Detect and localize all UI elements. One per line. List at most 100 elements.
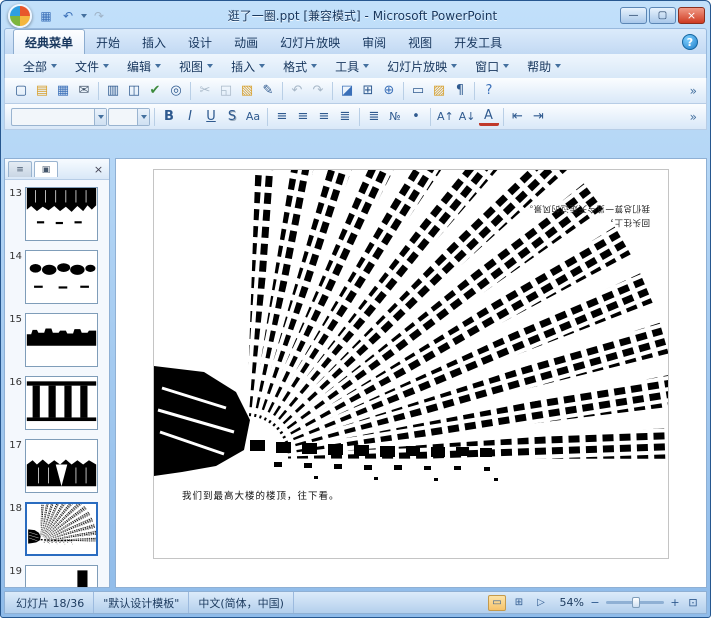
underline-icon[interactable]: U [201,107,221,127]
slide-caption-text[interactable]: 我们到最高大楼的楼顶，往下看。 [182,488,340,502]
hyperlink-icon[interactable]: ⊕ [379,81,399,101]
menu-insert[interactable]: 插入 [223,56,273,77]
bullet-list-icon[interactable]: • [406,107,426,127]
menu-format[interactable]: 格式 [275,56,325,77]
menu-edit[interactable]: 编辑 [119,56,169,77]
outline-tab[interactable]: ≡ [8,161,32,177]
office-button-icon[interactable] [8,3,32,28]
align-right-icon[interactable]: ≡ [314,107,334,127]
menu-view[interactable]: 视图 [171,56,221,77]
menu-tools[interactable]: 工具 [327,56,377,77]
help-icon[interactable]: ? [682,34,698,50]
tab-insert[interactable]: 插入 [131,30,177,54]
new-presentation-icon[interactable]: ▢ [11,81,31,101]
justify-icon[interactable]: ≣ [335,107,355,127]
slide-thumbnail-image[interactable] [25,439,98,493]
slide-thumbnail-image[interactable] [25,187,98,241]
research-icon[interactable]: ◎ [166,81,186,101]
new-slide-icon[interactable]: ▭ [408,81,428,101]
combo-dropdown[interactable] [94,108,106,125]
fit-to-window-icon[interactable]: ⊡ [686,596,700,610]
zoom-slider-thumb[interactable] [632,597,641,608]
zoom-level[interactable]: 54% [554,596,584,609]
email-icon[interactable]: ✉ [74,81,94,101]
copy-icon[interactable]: ◱ [216,81,236,101]
menu-file[interactable]: 文件 [67,56,117,77]
zoom-in-icon[interactable]: + [668,596,682,610]
decrease-font-size-icon[interactable]: A↓ [457,107,478,127]
tab-slideshow[interactable]: 幻灯片放映 [269,30,351,54]
zoom-slider[interactable] [606,597,664,608]
menu-help[interactable]: 帮助 [519,56,569,77]
increase-indent-icon[interactable]: ⇥ [529,107,549,127]
close-pane-icon[interactable]: × [91,162,106,177]
slide-thumbnail-16[interactable]: 16 [7,376,104,430]
slide-thumbnail-17[interactable]: 17 [7,439,104,493]
minimize-button[interactable]: — [620,7,647,24]
undo-dropdown-icon[interactable] [81,13,87,18]
tab-classic-menu[interactable]: 经典菜单 [13,29,86,54]
undo-arrow-icon[interactable]: ↶ [287,81,307,101]
open-folder-icon[interactable]: ▤ [32,81,52,101]
current-slide-canvas[interactable]: 回头往上， 我们总算一览今天走过的风景。 我们到最高大楼的楼顶，往下看。 [154,170,668,558]
menu-slideshow[interactable]: 幻灯片放映 [379,56,465,77]
save-icon[interactable]: ▦ [36,7,56,25]
tab-animations[interactable]: 动画 [223,30,269,54]
tab-developer[interactable]: 开发工具 [443,30,513,54]
print-icon[interactable]: ▥ [103,81,123,101]
font-name-combobox[interactable] [11,107,107,126]
numbered-list-icon[interactable]: № [385,107,405,127]
tab-design[interactable]: 设计 [177,30,223,54]
slide-thumbnail-image[interactable] [25,250,98,304]
slide-thumbnail-15[interactable]: 15 [7,313,104,367]
menu-window[interactable]: 窗口 [467,56,517,77]
maximize-button[interactable]: ▢ [649,7,676,24]
decrease-indent-icon[interactable]: ⇤ [508,107,528,127]
slide-thumbnail-14[interactable]: 14 [7,250,104,304]
insert-chart-icon[interactable]: ◪ [337,81,357,101]
redo-icon[interactable]: ↷ [89,7,109,25]
theme-name[interactable]: "默认设计模板" [94,592,190,613]
insert-table-icon[interactable]: ⊞ [358,81,378,101]
tab-review[interactable]: 审阅 [351,30,397,54]
slide-sorter-view-icon[interactable]: ⊞ [510,595,528,611]
formatting-marks-icon[interactable]: ¶ [450,81,470,101]
slideshow-view-icon[interactable]: ▷ [532,595,550,611]
italic-icon[interactable]: I [180,107,200,127]
cut-scissors-icon[interactable]: ✂ [195,81,215,101]
spelling-check-icon[interactable]: ✔ [145,81,165,101]
slide-design-icon[interactable]: ▨ [429,81,449,101]
align-left-icon[interactable]: ≡ [272,107,292,127]
slide-thumbnail-image[interactable] [25,376,98,430]
line-spacing-icon[interactable]: ≣ [364,107,384,127]
slide-thumbnail-image[interactable] [25,313,98,367]
close-button[interactable]: × [678,7,705,24]
tab-view[interactable]: 视图 [397,30,443,54]
normal-view-icon[interactable]: ▭ [488,594,506,611]
slide-thumbnail-19[interactable]: 19 [7,565,104,587]
combo-dropdown[interactable] [137,108,149,125]
slide-editor-area[interactable]: 回头往上， 我们总算一览今天走过的风景。 我们到最高大楼的楼顶，往下看。 [115,158,707,588]
toolbar-overflow-icon[interactable]: » [687,110,700,124]
redo-arrow-icon[interactable]: ↷ [308,81,328,101]
change-case-icon[interactable]: Aa [243,107,263,127]
increase-font-size-icon[interactable]: A↑ [435,107,456,127]
align-center-icon[interactable]: ≡ [293,107,313,127]
language-indicator[interactable]: 中文(简体，中国) [189,592,294,613]
font-color-icon[interactable]: A [478,107,499,126]
font-size-combobox[interactable] [108,107,150,126]
toolbar-overflow-icon[interactable]: » [687,84,700,98]
format-painter-icon[interactable]: ✎ [258,81,278,101]
print-preview-icon[interactable]: ◫ [124,81,144,101]
paste-clipboard-icon[interactable]: ▧ [237,81,257,101]
slide-thumbnail-18-current[interactable]: 18 [7,502,104,556]
zoom-out-icon[interactable]: − [588,596,602,610]
tab-home[interactable]: 开始 [85,30,131,54]
save-icon[interactable]: ▦ [53,81,73,101]
text-shadow-icon[interactable]: S [222,107,242,127]
bold-icon[interactable]: B [159,107,179,127]
menu-all[interactable]: 全部 [15,56,65,77]
slide-thumbnail-13[interactable]: 13 [7,187,104,241]
slides-tab[interactable]: ▣ [34,161,58,177]
slide-thumbnail-image[interactable] [25,565,98,587]
